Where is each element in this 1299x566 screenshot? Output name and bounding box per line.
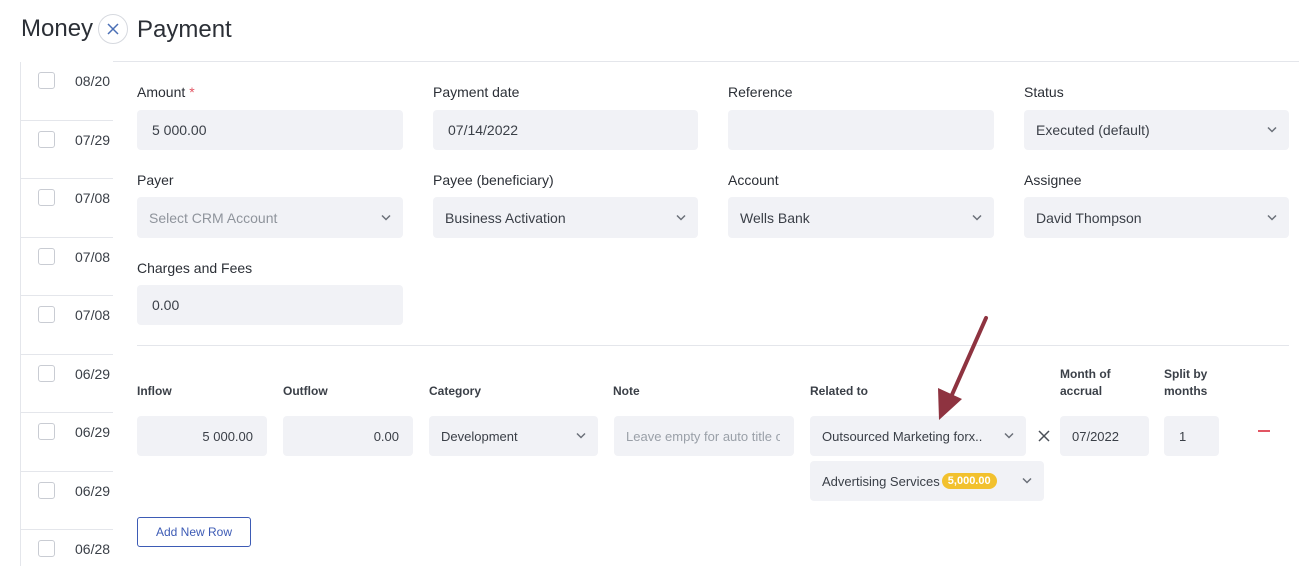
row-checkbox[interactable] xyxy=(38,481,55,499)
row-checkbox[interactable] xyxy=(38,364,55,382)
account-label: Account xyxy=(728,172,779,188)
amount-value: 5 000.00 xyxy=(152,122,207,138)
category-select[interactable]: Development xyxy=(429,416,598,456)
chevron-down-icon xyxy=(972,214,982,221)
row-date: 06/29 xyxy=(75,424,111,440)
row-date: 07/08 xyxy=(75,190,111,206)
status-value: Executed (default) xyxy=(1036,122,1150,138)
required-marker: * xyxy=(189,84,195,100)
account-select[interactable]: Wells Bank xyxy=(728,197,994,238)
account-value: Wells Bank xyxy=(740,209,810,226)
chevron-down-icon xyxy=(676,214,686,221)
note-input[interactable]: Leave empty for auto title of xyxy=(614,416,794,456)
inflow-input[interactable]: 5 000.00 xyxy=(137,416,267,456)
add-new-row-button[interactable]: Add New Row xyxy=(137,517,251,547)
charges-value: 0.00 xyxy=(152,297,180,313)
payer-label: Payer xyxy=(137,172,174,188)
category-value: Development xyxy=(441,428,518,444)
row-date: 07/08 xyxy=(75,248,111,265)
payment-date-value: 07/14/2022 xyxy=(448,122,519,138)
row-date: 08/20 xyxy=(75,73,111,89)
row-checkbox[interactable] xyxy=(38,72,55,89)
note-column-label: Note xyxy=(613,384,640,398)
chevron-down-icon xyxy=(1267,126,1277,133)
row-date: 07/08 xyxy=(75,307,111,323)
row-checkbox[interactable] xyxy=(38,130,55,148)
month-of-accrual-line2: accrual xyxy=(1060,384,1103,398)
payer-select[interactable]: Select CRM Account xyxy=(137,197,403,238)
charges-label: Charges and Fees xyxy=(137,260,253,276)
outflow-column-label: Outflow xyxy=(283,384,328,398)
payment-date-input[interactable]: 07/14/2022 xyxy=(433,110,698,150)
chevron-down-icon xyxy=(1022,477,1032,484)
month-of-accrual-input[interactable]: 07/2022 xyxy=(1060,416,1149,456)
close-panel-button[interactable] xyxy=(98,14,128,44)
amount-badge: 5,000.00 xyxy=(941,473,997,489)
background-list-panel: Money 08/20 07/29 07/08 07/08 07/08 06/2… xyxy=(0,0,130,566)
row-date: 06/29 xyxy=(75,482,111,499)
close-icon xyxy=(107,23,119,35)
payee-label: Payee (beneficiary) xyxy=(433,172,554,188)
panel-header: Payment xyxy=(113,0,1299,62)
charges-input[interactable]: 0.00 xyxy=(137,285,403,325)
background-page-title: Money xyxy=(21,15,94,42)
remove-row-icon[interactable] xyxy=(1258,430,1270,432)
payment-panel: Payment Amount * 5 000.00 Payment date 07… xyxy=(113,0,1299,566)
month-of-accrual-column-label: Month of accrual xyxy=(1060,366,1111,400)
payee-select[interactable]: Business Activation xyxy=(433,197,698,238)
chevron-down-icon xyxy=(1267,214,1277,221)
reference-input[interactable] xyxy=(728,110,994,150)
inflow-value: 5 000.00 xyxy=(202,428,253,444)
row-checkbox[interactable] xyxy=(38,189,55,206)
month-of-accrual-line1: Month of xyxy=(1060,367,1111,381)
related-service-value: Advertising Services xyxy=(822,473,940,489)
status-label: Status xyxy=(1024,84,1064,100)
row-date: 06/28 xyxy=(75,541,111,557)
clear-related-icon[interactable] xyxy=(1038,430,1050,442)
payer-placeholder: Select CRM Account xyxy=(149,209,278,226)
page-title: Payment xyxy=(137,16,232,43)
split-by-months-line2: months xyxy=(1164,384,1208,398)
row-checkbox[interactable] xyxy=(38,247,55,265)
row-checkbox[interactable] xyxy=(38,540,55,557)
chevron-down-icon xyxy=(576,432,586,439)
related-to-select[interactable]: Outsourced Marketing forx.. xyxy=(810,416,1026,456)
assignee-label: Assignee xyxy=(1024,172,1082,188)
inflow-column-label: Inflow xyxy=(137,384,172,398)
note-placeholder: Leave empty for auto title of xyxy=(626,428,780,444)
row-date: 06/29 xyxy=(75,365,111,382)
amount-input[interactable]: 5 000.00 xyxy=(137,110,403,150)
reference-label: Reference xyxy=(728,84,793,100)
related-service-select[interactable]: Advertising Services 5,000.00 xyxy=(810,461,1044,501)
related-to-column-label: Related to xyxy=(810,384,869,398)
split-by-months-column-label: Split by months xyxy=(1164,366,1207,400)
assignee-value: David Thompson xyxy=(1036,209,1142,226)
related-to-value: Outsourced Marketing forx.. xyxy=(822,428,983,444)
category-column-label: Category xyxy=(429,384,482,398)
month-value: 07/2022 xyxy=(1072,428,1119,444)
split-value: 1 xyxy=(1179,428,1187,444)
section-divider xyxy=(137,345,1289,346)
payment-date-label: Payment date xyxy=(433,84,520,100)
amount-label: Amount * xyxy=(137,84,195,100)
split-by-months-input[interactable]: 1 xyxy=(1164,416,1219,456)
outflow-input[interactable]: 0.00 xyxy=(283,416,413,456)
split-by-months-line1: Split by xyxy=(1164,367,1208,381)
status-select[interactable]: Executed (default) xyxy=(1024,110,1289,150)
row-checkbox[interactable] xyxy=(38,423,55,440)
assignee-select[interactable]: David Thompson xyxy=(1024,197,1289,238)
row-checkbox[interactable] xyxy=(38,306,55,323)
outflow-value: 0.00 xyxy=(373,428,399,444)
payee-value: Business Activation xyxy=(445,209,566,226)
chevron-down-icon xyxy=(1004,432,1014,439)
row-date: 07/29 xyxy=(75,131,111,148)
chevron-down-icon xyxy=(381,214,391,221)
amount-label-text: Amount xyxy=(137,84,186,100)
